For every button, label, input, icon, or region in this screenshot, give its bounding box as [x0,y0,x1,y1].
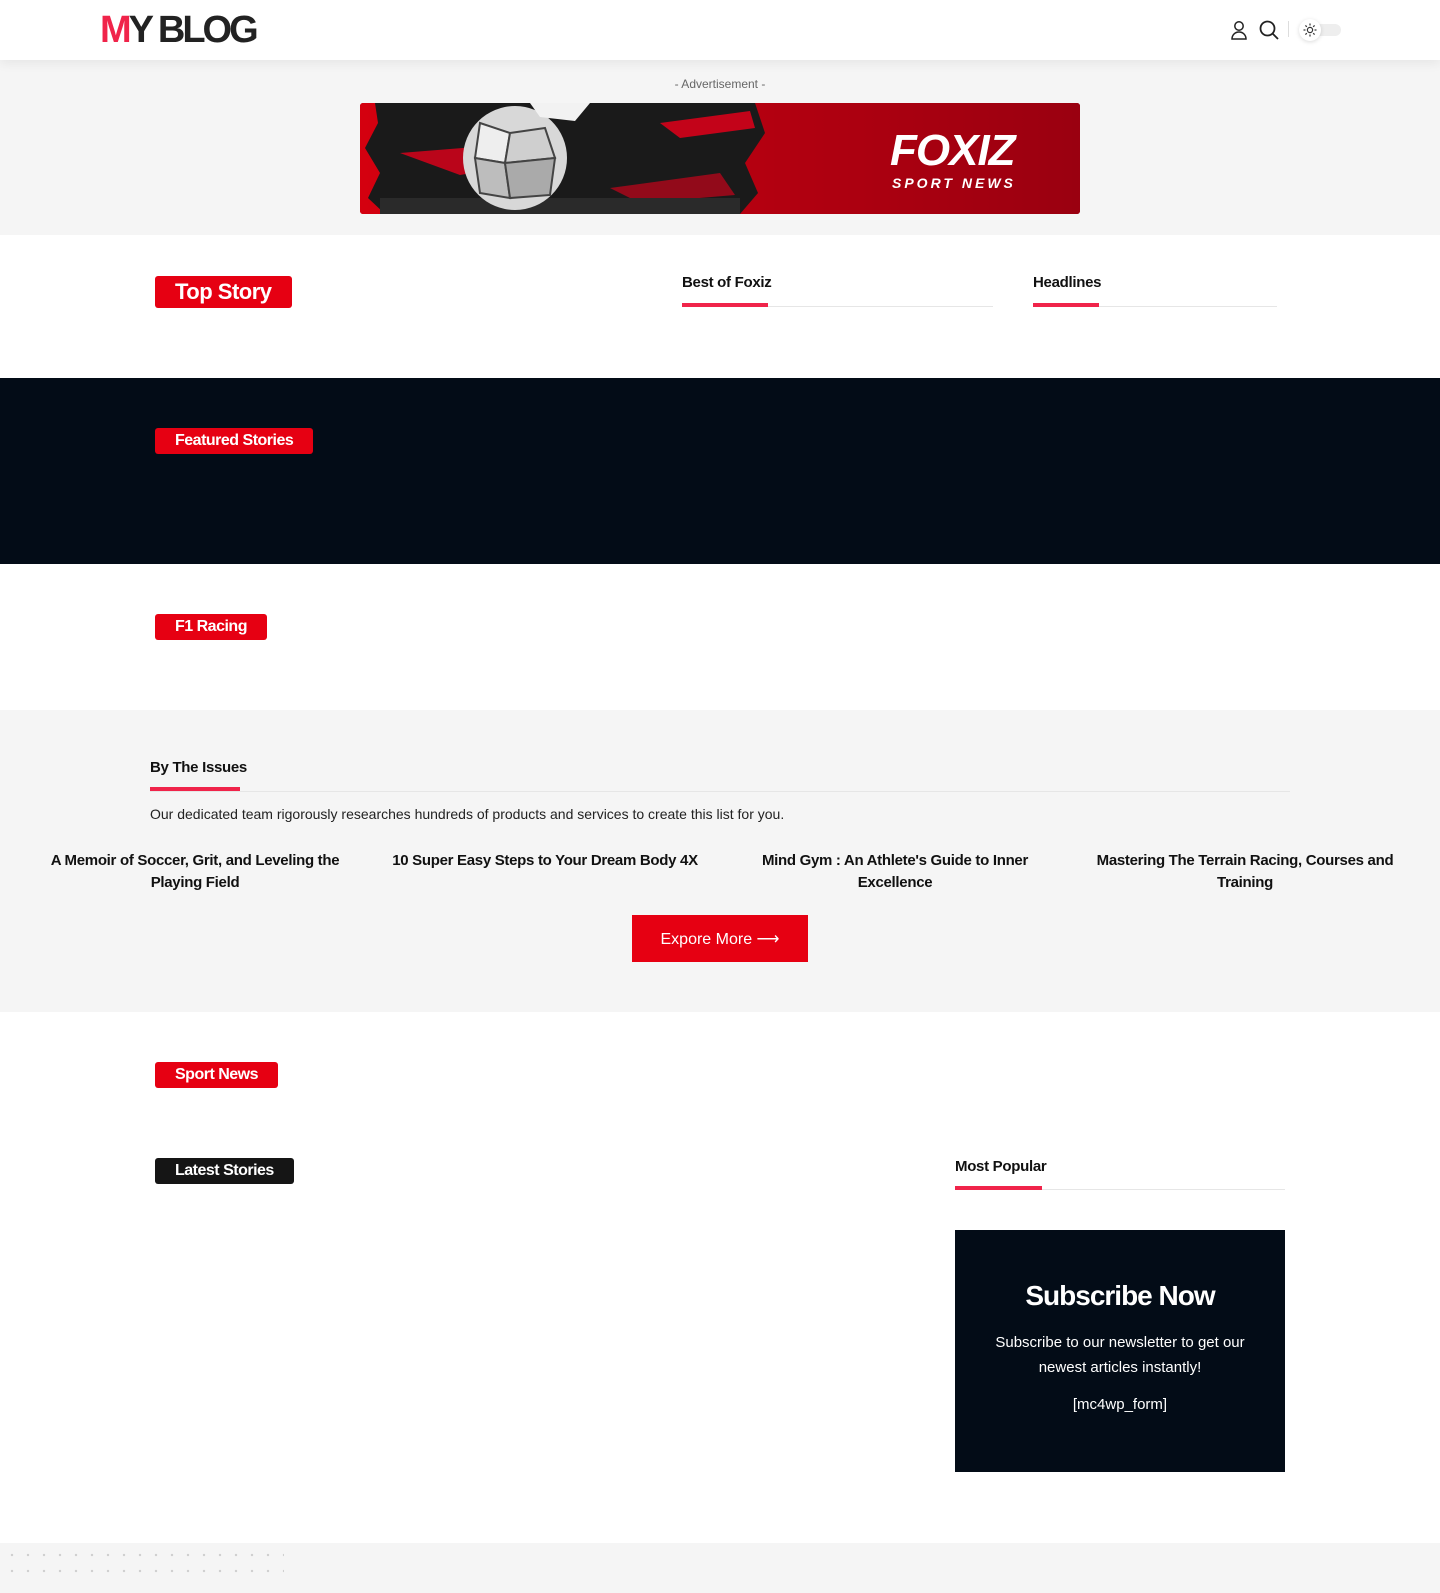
subscribe-title: Subscribe Now [1025,1280,1215,1311]
best-of-underline [682,303,768,307]
ad-banner[interactable]: FOXIZ SPORT NEWS [360,103,1080,214]
headlines-heading[interactable]: Headlines [1033,274,1101,291]
issues-description: Our dedicated team rigorously researches… [150,806,785,822]
featured-stories-heading: Featured Stories [155,428,314,454]
issues-divider [150,791,1290,792]
issue-item-2[interactable]: 10 Super Easy Steps to Your Dream Body 4… [390,850,700,872]
issues-underline [150,787,240,791]
subscribe-description: Subscribe to our newsletter to get our n… [995,1334,1245,1376]
issue-item-3[interactable]: Mind Gym : An Athlete's Guide to Inner E… [740,850,1050,894]
subscribe-form-shortcode: [mc4wp_form] [1072,1396,1168,1413]
most-popular-heading: Most Popular [955,1158,1047,1175]
user-icon[interactable] [1227,18,1251,42]
sun-icon [1299,19,1321,41]
headlines-underline [1033,303,1099,307]
issue-item-1[interactable]: A Memoir of Soccer, Grit, and Leveling t… [40,850,350,894]
best-of-foxiz-heading[interactable]: Best of Foxiz [682,274,772,291]
footer [0,1543,1440,1593]
featured-section: Featured Stories [0,378,1440,564]
site-logo[interactable]: MY BLOG [100,8,259,52]
most-popular-underline [955,1186,1042,1190]
explore-more-button[interactable]: Expore More ⟶ [632,915,808,962]
advertisement-label: - Advertisement - [674,77,766,91]
top-story-heading: Top Story [155,276,292,308]
header-divider [1288,21,1289,37]
by-the-issues-heading: By The Issues [150,759,247,776]
ad-brand-logo: FOXIZ [890,126,1016,175]
search-icon[interactable] [1257,18,1281,42]
f1-racing-heading: F1 Racing [155,614,267,640]
latest-stories-heading: Latest Stories [155,1158,294,1184]
subscribe-widget: Subscribe Now Subscribe to our newslette… [955,1230,1285,1472]
dot-pattern [4,1547,284,1573]
ad-tagline: SPORT NEWS [892,175,1016,191]
site-header: MY BLOG [0,0,1440,60]
advertisement-section: - Advertisement - FOXIZ SPORT NEWS [0,60,1440,235]
issue-item-4[interactable]: Mastering The Terrain Racing, Courses an… [1090,850,1400,894]
sport-news-heading: Sport News [155,1062,279,1088]
dark-mode-toggle[interactable] [1299,19,1341,41]
